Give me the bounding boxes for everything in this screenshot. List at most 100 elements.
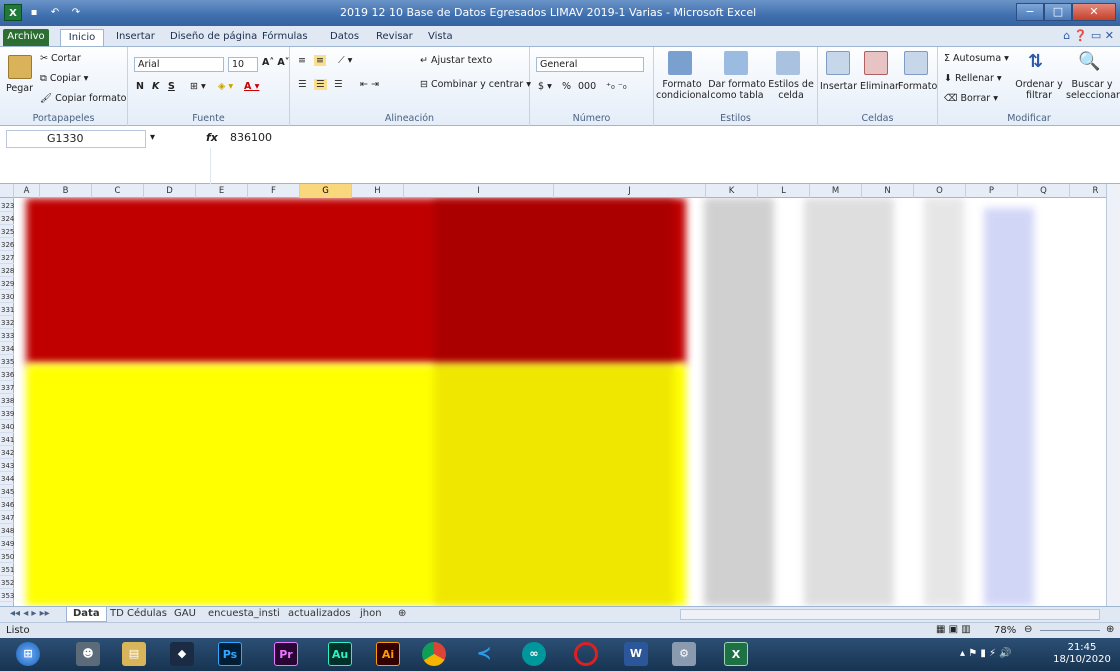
- redo-icon[interactable]: ↷: [67, 4, 85, 21]
- thousands-button[interactable]: 000: [578, 81, 596, 92]
- column-header[interactable]: A: [14, 184, 40, 198]
- sheet-tab-gau[interactable]: GAU: [168, 607, 202, 622]
- tab-inicio[interactable]: Inicio: [60, 29, 104, 46]
- name-box[interactable]: G1330: [6, 130, 146, 148]
- save-icon[interactable]: ▪: [25, 4, 43, 21]
- align-left-icon[interactable]: ☰: [298, 79, 307, 90]
- opera-icon[interactable]: [574, 642, 598, 666]
- column-header[interactable]: M: [810, 184, 862, 198]
- indent-icon[interactable]: ⇤ ⇥: [360, 79, 379, 90]
- minimize-button[interactable]: −: [1016, 3, 1044, 21]
- row-header[interactable]: 341: [0, 434, 14, 446]
- insert-function-icon[interactable]: fx: [206, 131, 218, 144]
- font-color-icon[interactable]: A ▾: [244, 81, 259, 92]
- align-top-icon[interactable]: ≡: [298, 55, 306, 66]
- row-header[interactable]: 339: [0, 408, 14, 420]
- word-icon[interactable]: W: [624, 642, 648, 666]
- help-icon[interactable]: ⌂ ❓ ▭ ✕: [1063, 29, 1114, 42]
- align-center-icon[interactable]: ☰: [314, 79, 327, 90]
- align-middle-icon[interactable]: ≡: [314, 55, 326, 66]
- tab-diseno-pagina[interactable]: Diseño de página: [170, 29, 257, 46]
- row-header[interactable]: 353: [0, 590, 14, 602]
- column-header[interactable]: H: [352, 184, 404, 198]
- column-header[interactable]: L: [758, 184, 810, 198]
- orientation-icon[interactable]: ⟋ ▾: [338, 55, 352, 66]
- column-header[interactable]: O: [914, 184, 966, 198]
- clock[interactable]: 21:45 18/10/2020: [1052, 642, 1112, 666]
- row-header[interactable]: 346: [0, 499, 14, 511]
- autosum-button[interactable]: Σ Autosuma ▾: [944, 53, 1009, 64]
- row-header[interactable]: 340: [0, 421, 14, 433]
- row-header[interactable]: 342: [0, 447, 14, 459]
- font-name-combo[interactable]: Arial: [134, 57, 224, 72]
- zoom-out-icon[interactable]: ⊖: [1024, 624, 1032, 635]
- row-header[interactable]: 330: [0, 291, 14, 303]
- row-header[interactable]: 348: [0, 525, 14, 537]
- explorer-icon[interactable]: ▤: [122, 642, 146, 666]
- sheet-tab-actualizados[interactable]: actualizados: [282, 607, 357, 622]
- row-header[interactable]: 324: [0, 213, 14, 225]
- app-icon[interactable]: ☻: [76, 642, 100, 666]
- column-header[interactable]: N: [862, 184, 914, 198]
- find-select-button[interactable]: Buscar y seleccionar: [1066, 79, 1120, 101]
- column-header[interactable]: K: [706, 184, 758, 198]
- row-header[interactable]: 336: [0, 369, 14, 381]
- number-format-combo[interactable]: General: [536, 57, 644, 72]
- row-header[interactable]: 334: [0, 343, 14, 355]
- sheet-tab-encuesta-insti[interactable]: encuesta_insti: [202, 607, 286, 622]
- zoom-slider[interactable]: [1040, 630, 1100, 631]
- font-size-combo[interactable]: 10: [228, 57, 258, 72]
- select-all-corner[interactable]: [0, 184, 14, 198]
- column-header[interactable]: F: [248, 184, 300, 198]
- format-painter-button[interactable]: 🖌 Copiar formato: [40, 93, 126, 104]
- italic-button[interactable]: K: [152, 81, 159, 92]
- sheet-tab-jhon[interactable]: jhon: [354, 607, 388, 622]
- row-header[interactable]: 335: [0, 356, 14, 368]
- row-header[interactable]: 337: [0, 382, 14, 394]
- underline-button[interactable]: S: [168, 81, 175, 92]
- column-header[interactable]: E: [196, 184, 248, 198]
- row-header[interactable]: 325: [0, 226, 14, 238]
- tray-icons[interactable]: ▴ ⚑ ▮ ⚡ 🔊: [960, 648, 1012, 659]
- currency-icon[interactable]: $ ▾: [538, 81, 552, 92]
- delete-button[interactable]: Eliminar: [860, 81, 899, 92]
- premiere-icon[interactable]: Pr: [274, 642, 298, 666]
- illustrator-icon[interactable]: Ai: [376, 642, 400, 666]
- tab-archivo[interactable]: Archivo: [3, 29, 49, 46]
- format-table-button[interactable]: Dar formato como tabla: [708, 79, 766, 101]
- row-header[interactable]: 323: [0, 200, 14, 212]
- column-header[interactable]: I: [404, 184, 554, 198]
- formula-area[interactable]: [210, 148, 1120, 184]
- fill-color-icon[interactable]: ◈ ▾: [218, 81, 233, 92]
- column-header[interactable]: C: [92, 184, 144, 198]
- tab-revisar[interactable]: Revisar: [376, 29, 413, 46]
- chrome-icon[interactable]: [422, 642, 446, 666]
- row-header[interactable]: 347: [0, 512, 14, 524]
- column-header[interactable]: B: [40, 184, 92, 198]
- excel-logo-icon[interactable]: X: [4, 4, 22, 21]
- row-header[interactable]: 343: [0, 460, 14, 472]
- maximize-button[interactable]: □: [1044, 3, 1072, 21]
- horizontal-scrollbar[interactable]: [680, 609, 1100, 620]
- close-button[interactable]: ✕: [1072, 3, 1116, 21]
- column-header[interactable]: D: [144, 184, 196, 198]
- align-right-icon[interactable]: ☰: [334, 79, 343, 90]
- conditional-format-button[interactable]: Formato condicional: [656, 79, 710, 101]
- column-header[interactable]: J: [554, 184, 706, 198]
- borders-icon[interactable]: ⊞ ▾: [190, 81, 206, 92]
- vertical-scrollbar[interactable]: [1106, 184, 1120, 606]
- row-header[interactable]: 350: [0, 551, 14, 563]
- row-header[interactable]: 329: [0, 278, 14, 290]
- start-button[interactable]: ⊞: [16, 642, 40, 666]
- row-header[interactable]: 351: [0, 564, 14, 576]
- fill-button[interactable]: ⬇ Rellenar ▾: [944, 73, 1002, 84]
- zoom-level[interactable]: 78%: [994, 625, 1016, 636]
- view-normal-icon[interactable]: ▦ ▣ ▥: [936, 624, 971, 635]
- row-header[interactable]: 333: [0, 330, 14, 342]
- cut-button[interactable]: ✂ Cortar: [40, 53, 81, 64]
- new-sheet-icon[interactable]: ⊕: [392, 607, 412, 622]
- tab-datos[interactable]: Datos: [330, 29, 359, 46]
- row-header[interactable]: 332: [0, 317, 14, 329]
- zoom-in-icon[interactable]: ⊕: [1106, 624, 1114, 635]
- cell-styles-button[interactable]: Estilos de celda: [768, 79, 814, 101]
